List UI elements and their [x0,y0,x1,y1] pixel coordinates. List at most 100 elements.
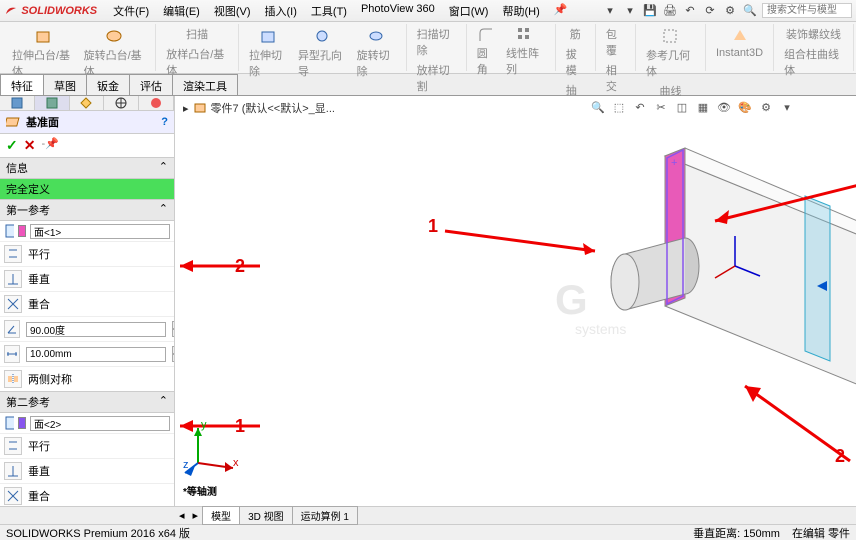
prev-view-icon[interactable]: ↶ [631,98,649,116]
appearance-icon[interactable]: 🎨 [736,98,754,116]
help-icon[interactable]: ? [161,116,168,128]
thread-button[interactable]: 装饰螺纹线 [782,24,845,44]
app-logo: SOLIDWORKS [4,3,97,18]
options-icon[interactable]: ⚙ [722,3,738,19]
rebuild-icon[interactable]: ⟳ [702,3,718,19]
display-mgr-icon[interactable] [139,96,174,110]
sweep-button[interactable]: 扫描 [182,24,212,44]
dimxpert-icon[interactable] [104,96,139,110]
ref2-face-input[interactable] [30,416,170,431]
cut-revolve-button[interactable]: 旋转切除 [353,24,400,81]
wrap-button[interactable]: 包覆 [602,24,629,60]
info-section[interactable]: 信息⌃ [0,157,174,179]
undo-icon[interactable]: ↶ [682,3,698,19]
second-reference-section[interactable]: 第二参考⌃ [0,391,174,413]
config-mgr-icon[interactable] [70,96,105,110]
ribbon: 拉伸凸台/基体 旋转凸台/基体 扫描 放样凸台/基体 边界凸台/基体 拉伸切除 … [0,22,856,74]
save-icon[interactable]: 💾 [642,3,658,19]
distance-input[interactable] [26,347,166,362]
panel-title: 基准面 [26,114,59,130]
view-triad[interactable]: y x z [183,418,243,478]
print-icon[interactable]: 🖨 [662,3,678,19]
display-style-icon[interactable]: ▦ [694,98,712,116]
revolve-boss-button[interactable]: 旋转凸台/基体 [80,24,150,81]
perpendicular-icon-2[interactable] [4,462,22,480]
expand-icon[interactable]: ▸ [183,102,189,115]
tab-render[interactable]: 渲染工具 [172,74,238,95]
section-view-icon[interactable]: ✂ [652,98,670,116]
svg-text:+: + [671,157,677,169]
zoom-fit-icon[interactable]: 🔍 [589,98,607,116]
search-input[interactable] [762,3,852,18]
intersect-button[interactable]: 相交 [602,60,629,96]
menu-view[interactable]: 视图(V) [208,1,257,21]
open-icon[interactable]: ▾ [622,3,638,19]
menu-window[interactable]: 窗口(W) [443,1,495,21]
menu-file[interactable]: 文件(F) [107,1,155,21]
menu-edit[interactable]: 编辑(E) [157,1,206,21]
feature-tree-icon[interactable] [0,96,35,110]
ref1-face-input[interactable] [30,224,170,239]
parallel-icon-2[interactable] [4,437,22,455]
angle-input[interactable] [26,322,166,337]
instant3d-button[interactable]: Instant3D [712,24,767,61]
model-3d-render[interactable]: + [385,136,856,476]
symmetric-icon[interactable] [4,370,22,388]
perpendicular-icon[interactable] [4,270,22,288]
ok-button[interactable]: ✓ [6,137,18,154]
view-orientation-icon[interactable]: ◫ [673,98,691,116]
fillet-button[interactable]: 圆角 [473,24,500,79]
annotation-2-left: 2 [235,256,245,277]
tab-features[interactable]: 特征 [0,74,44,95]
tab-nav-right-icon[interactable]: ▸ [189,509,203,522]
ref-geometry-button[interactable]: 参考几何体 [642,24,699,81]
viewport-3d[interactable]: ▸ 零件7 (默认<<默认>_显... 🔍 ⬚ ↶ ✂ ◫ ▦ 👁 🎨 ⚙ ▾ [175,96,856,506]
panel-header: 基准面 ? [0,111,174,134]
tab-sketch[interactable]: 草图 [43,74,87,95]
menu-photoview[interactable]: PhotoView 360 [355,1,441,21]
search-icon[interactable]: 🔍 [742,3,758,19]
first-reference-section[interactable]: 第一参考⌃ [0,199,174,221]
tab-evaluate[interactable]: 评估 [129,74,173,95]
menu-bar: 文件(F) 编辑(E) 视图(V) 插入(I) 工具(T) PhotoView … [107,1,573,21]
perpendicular-label: 垂直 [28,271,50,287]
annotation-2-right: 2 [835,446,845,467]
menu-pin-icon[interactable]: 📌 [548,1,574,21]
property-mgr-icon[interactable] [35,96,70,110]
svg-text:x: x [233,457,239,469]
tab-motion[interactable]: 运动算例 1 [292,506,358,525]
scene-icon[interactable]: ⚙ [757,98,775,116]
face-select-icon-2[interactable] [4,415,14,431]
push-pin-icon[interactable]: -📌 [41,137,58,154]
menu-insert[interactable]: 插入(I) [259,1,303,21]
coincident-icon-2[interactable] [4,487,22,505]
parallel-icon[interactable] [4,245,22,263]
cut-sweep-button[interactable]: 扫描切除 [413,24,460,60]
pattern-button[interactable]: 线性阵列 [502,24,549,79]
draft-button[interactable]: 拔模 [562,44,589,80]
rib-button[interactable]: 筋 [566,24,585,44]
extrude-boss-button[interactable]: 拉伸凸台/基体 [8,24,78,81]
breadcrumb-part[interactable]: 零件7 (默认<<默认>_显... [211,100,335,116]
menu-help[interactable]: 帮助(H) [496,1,545,21]
breadcrumb[interactable]: ▸ 零件7 (默认<<默认>_显... [183,100,335,116]
cut-extrude-button[interactable]: 拉伸切除 [245,24,292,81]
cancel-button[interactable]: ✕ [24,137,36,154]
menu-tools[interactable]: 工具(T) [305,1,353,21]
zoom-area-icon[interactable]: ⬚ [610,98,628,116]
coincident-label: 重合 [28,296,50,312]
tab-nav-left-icon[interactable]: ◂ [175,509,189,522]
cut-loft-button[interactable]: 放样切割 [413,60,460,96]
distance-icon[interactable] [4,345,20,363]
new-icon[interactable]: ▾ [602,3,618,19]
hole-wizard-button[interactable]: 异型孔向导 [294,24,351,81]
tab-3dview[interactable]: 3D 视图 [239,506,293,525]
angle-icon[interactable] [4,320,20,338]
view-settings-icon[interactable]: ▾ [778,98,796,116]
face-select-icon[interactable] [4,223,14,239]
tab-model[interactable]: 模型 [202,506,240,525]
combine-button[interactable]: 组合柱曲线体 [780,44,847,80]
coincident-icon[interactable] [4,295,22,313]
hide-show-icon[interactable]: 👁 [715,98,733,116]
tab-sheetmetal[interactable]: 钣金 [86,74,130,95]
